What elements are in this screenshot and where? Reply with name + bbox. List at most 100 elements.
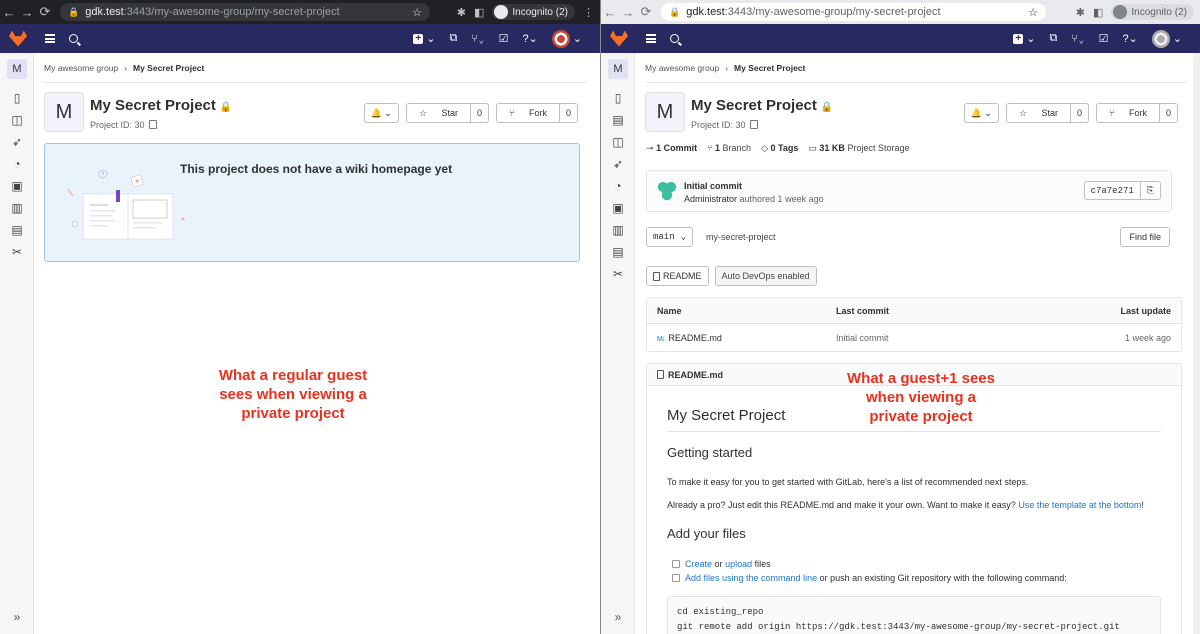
side-panel-icon[interactable]: ◧	[1093, 6, 1103, 19]
search-icon[interactable]	[69, 34, 78, 43]
incognito-badge[interactable]: Incognito (2)	[1111, 4, 1194, 20]
copy-icon[interactable]	[148, 120, 157, 129]
star-button[interactable]: ☆ Star 0	[1005, 103, 1090, 123]
notification-button[interactable]: 🔔 ⌄	[963, 103, 999, 123]
breadcrumb-group[interactable]: My awesome group	[645, 63, 719, 73]
fork-button[interactable]: ⑂ Fork 0	[496, 103, 578, 123]
issues-icon[interactable]: ⧉	[1050, 32, 1058, 45]
merge-requests-button[interactable]: ⑂⌄	[1071, 33, 1084, 45]
issues-icon[interactable]: ⧉	[450, 32, 458, 45]
todos-icon[interactable]: ☑	[499, 32, 509, 45]
new-dropdown-button[interactable]: + ⌄	[413, 32, 436, 45]
breadcrumb-project[interactable]: My Secret Project	[734, 63, 805, 73]
merge-requests-nav-icon[interactable]: ◫	[0, 109, 34, 131]
commit-author[interactable]: Administrator	[684, 194, 737, 204]
deployments-nav-icon[interactable]: ➶	[601, 153, 635, 175]
breadcrumb-group[interactable]: My awesome group	[44, 63, 118, 73]
back-icon[interactable]: ←	[0, 5, 18, 20]
incognito-label: Incognito (2)	[512, 6, 568, 18]
readme-filename[interactable]: README.md	[668, 370, 723, 380]
readme-button[interactable]: README	[646, 266, 709, 286]
collapse-sidebar-icon[interactable]: »	[601, 610, 635, 624]
infrastructure-nav-icon[interactable]: ▣	[0, 175, 34, 197]
merge-requests-button[interactable]: ⑂⌄	[471, 33, 484, 45]
sidebar-project-avatar[interactable]: M	[608, 59, 628, 79]
table-row[interactable]: M↓ README.md Initial commit 1 week ago	[647, 324, 1181, 351]
commit-title[interactable]: Initial commit	[684, 181, 742, 191]
todos-icon[interactable]: ☑	[1099, 32, 1109, 45]
checkbox[interactable]	[672, 560, 680, 568]
fork-count[interactable]: 0	[558, 104, 577, 122]
hamburger-menu-icon[interactable]	[45, 34, 55, 43]
monitor-nav-icon[interactable]: ◔	[0, 153, 34, 175]
help-button[interactable]: ?⌄	[1122, 32, 1137, 45]
tags-link[interactable]: ◇ 0 Tags	[761, 143, 798, 154]
star-button[interactable]: ☆ Star 0	[405, 103, 490, 123]
extensions-icon[interactable]: ✱	[1076, 6, 1085, 19]
commits-link[interactable]: ⊸ 1 Commit	[646, 143, 697, 154]
gitlab-logo-icon[interactable]	[9, 30, 27, 47]
find-file-button[interactable]: Find file	[1120, 227, 1170, 247]
storage-link[interactable]: ▭ 31 KB Project Storage	[808, 143, 909, 154]
back-icon[interactable]: ←	[601, 5, 619, 20]
issues-nav-icon[interactable]: ▤	[601, 109, 635, 131]
snippets-nav-icon[interactable]: ✂	[0, 241, 34, 263]
wiki-nav-icon[interactable]: ▤	[0, 219, 34, 241]
user-menu-button[interactable]: ⌄	[1151, 29, 1182, 48]
scrollbar[interactable]	[1193, 53, 1200, 634]
fork-count[interactable]: 0	[1158, 104, 1177, 122]
help-button[interactable]: ?⌄	[522, 32, 537, 45]
reload-icon[interactable]: ⟳	[36, 4, 54, 20]
deployments-nav-icon[interactable]: ➶	[0, 131, 34, 153]
incognito-badge[interactable]: Incognito (2)	[492, 4, 575, 20]
infrastructure-nav-icon[interactable]: ▣	[601, 197, 635, 219]
analytics-nav-icon[interactable]: ▥	[601, 219, 635, 241]
commit-author-avatar[interactable]	[657, 181, 677, 201]
gitlab-logo-icon[interactable]	[610, 30, 628, 47]
user-menu-button[interactable]: ⌄	[551, 29, 582, 48]
snippets-nav-icon[interactable]: ✂	[601, 263, 635, 285]
side-panel-icon[interactable]: ◧	[474, 6, 484, 19]
breadcrumb-project[interactable]: My Secret Project	[133, 63, 204, 73]
copy-icon[interactable]	[749, 120, 758, 129]
star-count[interactable]: 0	[1070, 104, 1088, 122]
copy-sha-icon[interactable]: ⎘	[1139, 182, 1160, 199]
template-link[interactable]: Use the template at the bottom	[1018, 500, 1141, 510]
file-name-cell[interactable]: M↓ README.md	[657, 333, 836, 343]
search-icon[interactable]	[670, 34, 679, 43]
issues-nav-icon[interactable]: ▯	[0, 87, 34, 109]
monitor-nav-icon[interactable]: ◔	[601, 175, 635, 197]
collapse-sidebar-icon[interactable]: »	[0, 610, 34, 624]
address-bar[interactable]: 🔒 gdk.test:3443/my-awesome-group/my-secr…	[60, 3, 430, 21]
gitlab-header: + ⌄ ⧉ ⑂⌄ ☑ ?⌄ ⌄	[0, 24, 600, 53]
merge-requests-nav-icon[interactable]: ◫	[601, 131, 635, 153]
notification-button[interactable]: 🔔 ⌄	[363, 103, 399, 123]
auto-devops-button[interactable]: Auto DevOps enabled	[714, 266, 817, 286]
command-line-link[interactable]: Add files using the command line	[685, 573, 817, 583]
bookmark-star-icon[interactable]: ☆	[412, 6, 422, 19]
fork-button[interactable]: ⑂ Fork 0	[1096, 103, 1178, 123]
star-count[interactable]: 0	[470, 104, 488, 122]
extensions-icon[interactable]: ✱	[457, 6, 466, 19]
branch-selector[interactable]: main ⌄	[646, 227, 694, 247]
plus-icon: +	[1013, 33, 1024, 44]
commit-sha[interactable]: c7a7e271	[1085, 182, 1140, 199]
forward-icon[interactable]: →	[619, 5, 637, 20]
create-link[interactable]: Create	[685, 559, 712, 569]
forward-icon[interactable]: →	[18, 5, 36, 20]
upload-link[interactable]: upload	[725, 559, 752, 569]
reload-icon[interactable]: ⟳	[637, 4, 655, 20]
checkbox[interactable]	[672, 574, 680, 582]
wiki-nav-icon[interactable]: ▤	[601, 241, 635, 263]
analytics-nav-icon[interactable]: ▥	[0, 197, 34, 219]
browser-menu-icon[interactable]: ⋮	[583, 6, 594, 19]
repo-path[interactable]: my-secret-project	[706, 232, 776, 242]
bookmark-star-icon[interactable]: ☆	[1028, 6, 1038, 19]
repository-nav-icon[interactable]: ▯	[601, 87, 635, 109]
sidebar-project-avatar[interactable]: M	[7, 59, 27, 79]
address-bar[interactable]: 🔒 gdk.test:3443/my-awesome-group/my-secr…	[661, 3, 1046, 21]
file-last-commit[interactable]: Initial commit	[836, 333, 1125, 343]
new-dropdown-button[interactable]: + ⌄	[1013, 32, 1036, 45]
hamburger-menu-icon[interactable]	[646, 34, 656, 43]
branches-link[interactable]: ⑂ 1 Branch	[707, 143, 751, 154]
